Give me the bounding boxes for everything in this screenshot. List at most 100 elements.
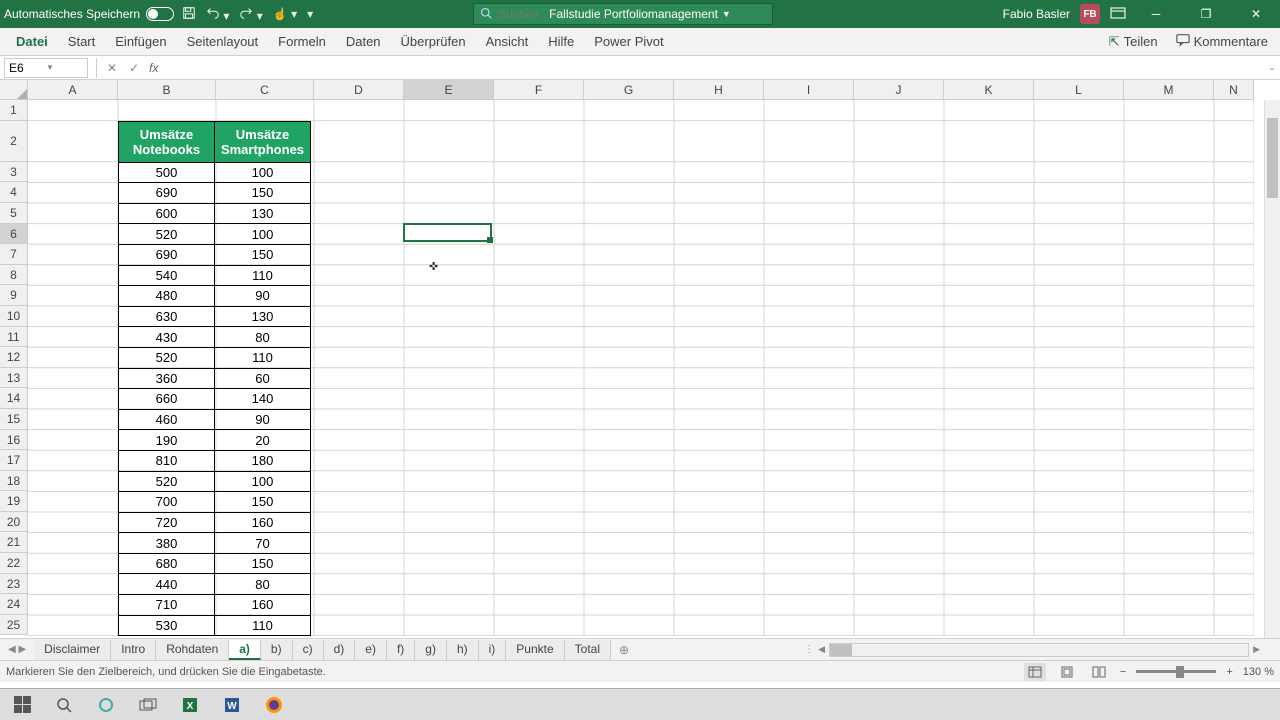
expand-formula-icon[interactable]: ⌄ bbox=[1264, 62, 1280, 73]
user-name[interactable]: Fabio Basler bbox=[1003, 7, 1070, 21]
normal-view-button[interactable] bbox=[1024, 663, 1046, 681]
cell[interactable]: 100 bbox=[215, 162, 311, 183]
sheet-tab[interactable]: a) bbox=[229, 640, 261, 660]
cell[interactable]: 540 bbox=[119, 265, 215, 286]
row-header[interactable]: 15 bbox=[0, 409, 28, 430]
row-header[interactable]: 1 bbox=[0, 100, 28, 121]
cell[interactable]: 160 bbox=[215, 595, 311, 616]
sheet-tab[interactable]: h) bbox=[447, 640, 479, 660]
row-header[interactable]: 17 bbox=[0, 450, 28, 471]
search-taskbar-icon[interactable] bbox=[46, 691, 82, 719]
cell[interactable]: 680 bbox=[119, 553, 215, 574]
tab-hilfe[interactable]: Hilfe bbox=[538, 28, 584, 55]
row-header[interactable]: 13 bbox=[0, 368, 28, 389]
zoom-in-button[interactable]: + bbox=[1226, 666, 1232, 678]
cell[interactable]: 810 bbox=[119, 450, 215, 471]
zoom-out-button[interactable]: − bbox=[1120, 666, 1126, 678]
cell[interactable]: 480 bbox=[119, 286, 215, 307]
sheet-tab[interactable]: i) bbox=[479, 640, 507, 660]
column-header[interactable]: E bbox=[404, 80, 494, 100]
share-button[interactable]: ⇱ Teilen bbox=[1103, 32, 1164, 52]
column-header[interactable]: K bbox=[944, 80, 1034, 100]
formula-input[interactable] bbox=[162, 58, 1264, 78]
task-view-icon[interactable] bbox=[130, 691, 166, 719]
save-icon[interactable] bbox=[182, 6, 196, 23]
row-header[interactable]: 10 bbox=[0, 306, 28, 327]
cell[interactable]: 110 bbox=[215, 615, 311, 636]
row-header[interactable]: 18 bbox=[0, 471, 28, 492]
cell[interactable]: 530 bbox=[119, 615, 215, 636]
spreadsheet-grid[interactable]: ABCDEFGHIJKLMN 1234567891011121314151617… bbox=[0, 80, 1280, 638]
tab-ansicht[interactable]: Ansicht bbox=[476, 28, 539, 55]
toggle-switch[interactable] bbox=[146, 7, 174, 21]
sheet-tab[interactable]: Total bbox=[565, 640, 611, 660]
cell[interactable]: 630 bbox=[119, 306, 215, 327]
cell[interactable]: 100 bbox=[215, 224, 311, 245]
vertical-scrollbar[interactable] bbox=[1264, 100, 1280, 638]
sheet-tab[interactable]: e) bbox=[355, 640, 387, 660]
horizontal-scrollbar[interactable] bbox=[829, 643, 1249, 657]
tab-daten[interactable]: Daten bbox=[336, 28, 391, 55]
cell[interactable]: 380 bbox=[119, 533, 215, 554]
cell[interactable]: 700 bbox=[119, 492, 215, 513]
column-header[interactable]: L bbox=[1034, 80, 1124, 100]
word-taskbar-icon[interactable]: W bbox=[214, 691, 250, 719]
row-header[interactable]: 25 bbox=[0, 615, 28, 636]
column-header[interactable]: H bbox=[674, 80, 764, 100]
sheet-tab[interactable]: Punkte bbox=[506, 640, 564, 660]
scroll-left-icon[interactable]: ◀ bbox=[818, 644, 825, 655]
cell[interactable]: 520 bbox=[119, 224, 215, 245]
close-button[interactable]: ✕ bbox=[1236, 0, 1276, 28]
fx-icon[interactable]: fx bbox=[145, 61, 162, 75]
page-break-view-button[interactable] bbox=[1088, 663, 1110, 681]
row-header[interactable]: 2 bbox=[0, 121, 28, 162]
cell[interactable]: 440 bbox=[119, 574, 215, 595]
undo-icon[interactable]: ▾ bbox=[206, 6, 229, 23]
start-button[interactable] bbox=[4, 691, 40, 719]
cell[interactable]: 80 bbox=[215, 327, 311, 348]
column-header[interactable]: I bbox=[764, 80, 854, 100]
row-header[interactable]: 22 bbox=[0, 553, 28, 574]
row-header[interactable]: 23 bbox=[0, 574, 28, 595]
tab-datei[interactable]: Datei bbox=[6, 28, 58, 55]
cell[interactable]: 160 bbox=[215, 512, 311, 533]
cell[interactable]: 150 bbox=[215, 183, 311, 204]
cell[interactable]: 360 bbox=[119, 368, 215, 389]
row-header[interactable]: 4 bbox=[0, 182, 28, 203]
customize-qat-icon[interactable]: ▾ bbox=[307, 7, 313, 21]
column-header[interactable]: D bbox=[314, 80, 404, 100]
sheet-tab[interactable]: Disclaimer bbox=[34, 640, 111, 660]
cell[interactable]: 100 bbox=[215, 471, 311, 492]
zoom-slider[interactable] bbox=[1136, 670, 1216, 673]
cell[interactable]: 430 bbox=[119, 327, 215, 348]
firefox-taskbar-icon[interactable] bbox=[256, 691, 292, 719]
cortana-icon[interactable] bbox=[88, 691, 124, 719]
row-header[interactable]: 16 bbox=[0, 430, 28, 451]
row-header[interactable]: 19 bbox=[0, 491, 28, 512]
name-box[interactable]: E6 ▼ bbox=[4, 58, 88, 78]
touch-icon[interactable]: ☝ ▾ bbox=[273, 7, 297, 21]
row-header[interactable]: 7 bbox=[0, 244, 28, 265]
autosave-toggle[interactable]: Automatisches Speichern bbox=[4, 7, 174, 21]
sheet-tab[interactable]: d) bbox=[324, 640, 356, 660]
column-header[interactable]: F bbox=[494, 80, 584, 100]
cell[interactable]: 150 bbox=[215, 244, 311, 265]
sheet-tab[interactable]: b) bbox=[261, 640, 293, 660]
column-header[interactable]: A bbox=[28, 80, 118, 100]
cell[interactable]: 180 bbox=[215, 450, 311, 471]
column-header[interactable]: J bbox=[854, 80, 944, 100]
tab-start[interactable]: Start bbox=[58, 28, 105, 55]
cell[interactable]: 190 bbox=[119, 430, 215, 451]
cell[interactable]: 110 bbox=[215, 265, 311, 286]
cell[interactable]: 90 bbox=[215, 286, 311, 307]
row-header[interactable]: 14 bbox=[0, 388, 28, 409]
row-header[interactable]: 5 bbox=[0, 203, 28, 224]
split-handle[interactable]: ⋮ bbox=[804, 644, 814, 655]
row-header[interactable]: 20 bbox=[0, 512, 28, 533]
document-title[interactable]: Fallstudie Portfoliomanagement ▼ bbox=[549, 7, 731, 21]
sheet-tab[interactable]: Intro bbox=[111, 640, 156, 660]
column-header[interactable]: C bbox=[216, 80, 314, 100]
cell[interactable]: 20 bbox=[215, 430, 311, 451]
tab-einfuegen[interactable]: Einfügen bbox=[105, 28, 176, 55]
sheet-tab[interactable]: c) bbox=[293, 640, 324, 660]
